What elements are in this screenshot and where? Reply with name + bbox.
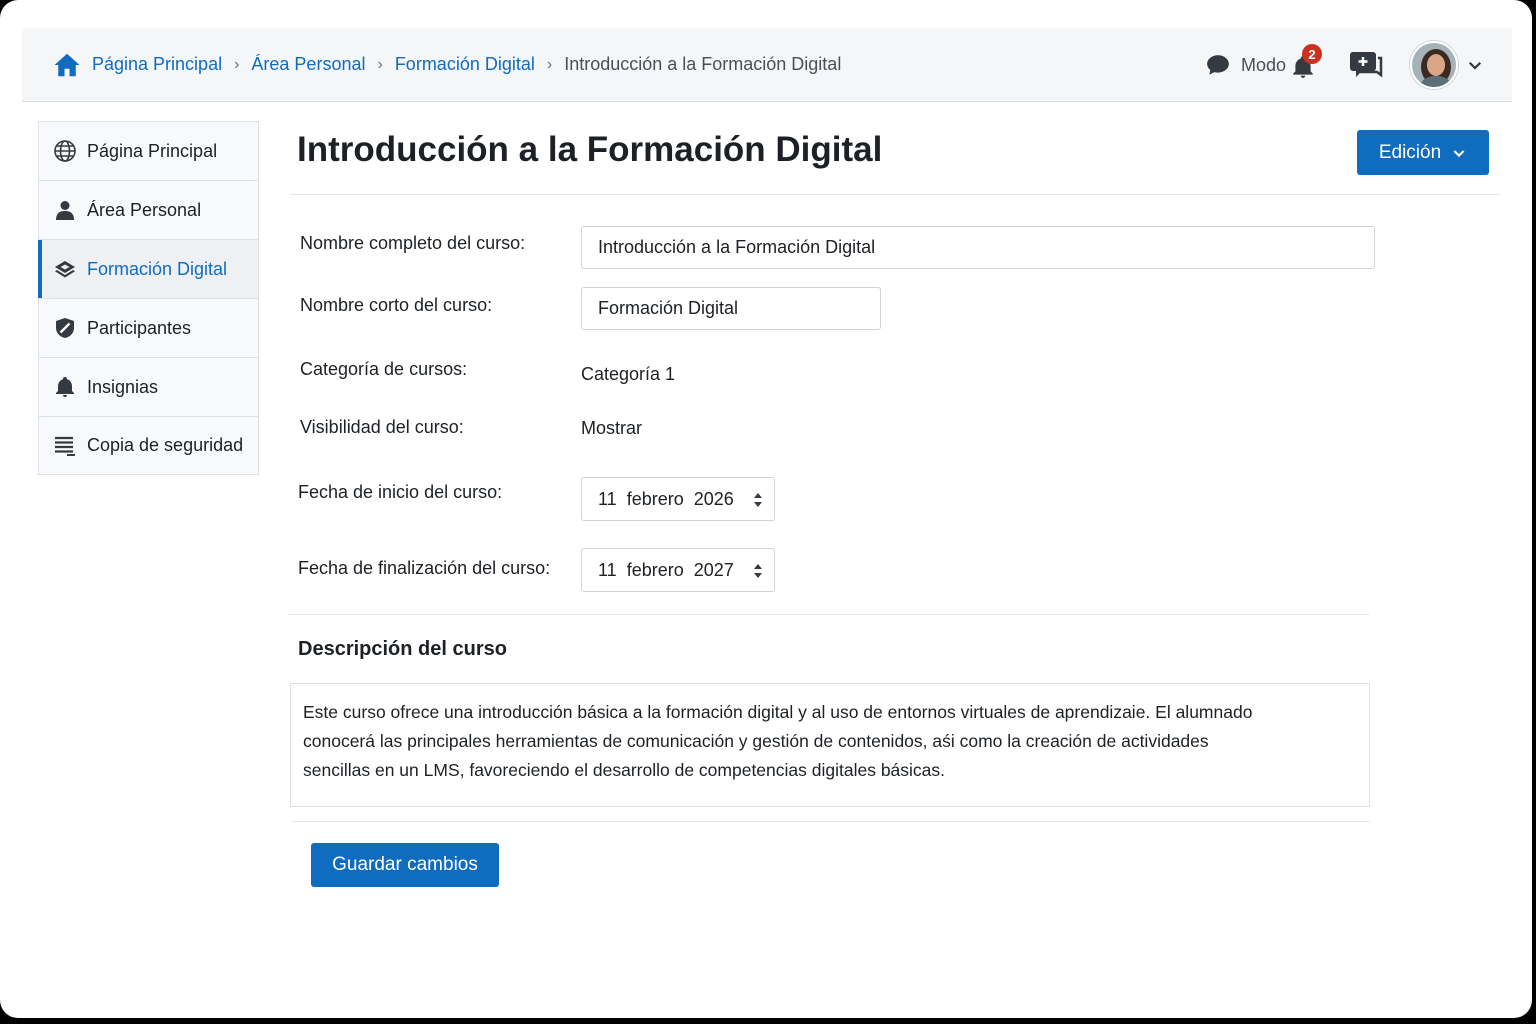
description-editor[interactable]: Este curso ofrece una introducción básic… xyxy=(290,683,1370,807)
end-date-label: Fecha de finalización del curso: xyxy=(298,558,551,578)
notification-count-badge: 2 xyxy=(1302,44,1322,64)
breadcrumb-item-formacion-digital[interactable]: Formación Digital xyxy=(395,54,535,75)
end-month: febrero xyxy=(626,559,684,580)
description-line: Este curso ofrece una introducción básic… xyxy=(303,702,1253,722)
save-changes-button[interactable]: Guardar cambios xyxy=(311,843,499,887)
course-sidebar: Página Principal Área Personal Formación… xyxy=(38,121,259,475)
fullname-value: Introducción a la Formación Digital xyxy=(598,237,876,257)
breadcrumb-separator: › xyxy=(546,55,553,73)
avatar-image xyxy=(1412,43,1456,87)
edit-mode-button[interactable]: Edición xyxy=(1357,130,1489,175)
sidebar-item-insignias[interactable]: Insignias xyxy=(39,358,258,417)
breadcrumb-item-area-personal[interactable]: Área Personal xyxy=(251,54,365,75)
shortname-label: Nombre corto del curso: xyxy=(300,295,493,315)
visibility-label: Visibilidad del curso: xyxy=(300,417,464,437)
sidebar-item-label: Copia de seguridad xyxy=(87,435,244,455)
start-date-select[interactable]: 11 febrero 2026 xyxy=(581,477,775,521)
fullname-label: Nombre completo del curso: xyxy=(300,233,526,253)
end-year: 2027 xyxy=(693,559,734,580)
edit-button-label: Edición xyxy=(1378,141,1442,163)
start-month: febrero xyxy=(626,488,684,509)
chevron-down-icon xyxy=(1453,149,1465,157)
bell-icon xyxy=(56,377,74,397)
sidebar-item-label: Formación Digital xyxy=(87,258,228,279)
breadcrumb-item-home[interactable]: Página Principal xyxy=(92,54,222,75)
chevron-down-icon[interactable] xyxy=(1466,56,1484,74)
breadcrumb-current: Introducción a la Formación Digital xyxy=(564,54,842,74)
sort-updown-icon xyxy=(754,493,762,507)
category-label: Categoría de cursos: xyxy=(300,359,468,379)
avatar[interactable] xyxy=(1410,41,1458,89)
user-icon xyxy=(56,201,74,220)
globe-icon xyxy=(54,140,76,162)
shortname-input[interactable]: Formación Digital xyxy=(581,287,881,330)
description-line: conocerá las principales herramientas de… xyxy=(303,731,1209,751)
sidebar-item-label: Insignias xyxy=(87,376,159,397)
shortname-value: Formación Digital xyxy=(598,298,739,318)
breadcrumb-separator: › xyxy=(377,55,383,73)
notifications-button[interactable]: 2 xyxy=(1290,44,1322,80)
home-icon[interactable] xyxy=(52,50,82,80)
visibility-value: Mostrar xyxy=(581,418,643,438)
breadcrumb: Página Principal › Área Personal › Forma… xyxy=(52,50,841,80)
start-day: 11 xyxy=(598,488,617,509)
sidebar-item-label: Área Personal xyxy=(87,199,202,220)
list-icon xyxy=(55,436,75,456)
category-value: Categoría 1 xyxy=(581,364,676,384)
breadcrumb-separator: › xyxy=(234,55,240,73)
header-actions: Modo 2 xyxy=(1205,28,1484,102)
sort-updown-icon xyxy=(754,564,762,578)
top-navbar: Página Principal › Área Personal › Forma… xyxy=(22,28,1512,102)
sidebar-item-pagina-principal[interactable]: Página Principal xyxy=(39,122,258,181)
mode-label[interactable]: Modo xyxy=(1241,55,1286,76)
chat-icon[interactable] xyxy=(1205,52,1231,78)
save-button-label: Guardar cambios xyxy=(332,854,478,875)
fullname-input[interactable]: Introducción a la Formación Digital xyxy=(581,226,1375,269)
badge-shield-icon xyxy=(56,318,74,338)
sidebar-item-participantes[interactable]: Participantes xyxy=(39,299,258,358)
sidebar-item-area-personal[interactable]: Área Personal xyxy=(39,181,258,240)
sidebar-item-copia-de-seguridad[interactable]: Copia de seguridad xyxy=(39,417,258,474)
sidebar-item-label: Página Principal xyxy=(87,140,218,161)
divider xyxy=(290,194,1500,195)
divider xyxy=(292,821,1370,822)
sidebar-item-formacion-digital[interactable]: Formación Digital xyxy=(38,240,258,299)
start-year: 2026 xyxy=(693,488,734,509)
start-date-label: Fecha de inicio del curso: xyxy=(298,482,503,502)
layers-icon xyxy=(55,261,75,278)
divider xyxy=(288,614,1370,615)
description-line: sencillas en un LMS, favoreciendo el des… xyxy=(303,760,946,780)
message-add-icon[interactable] xyxy=(1348,49,1384,81)
description-heading: Descripción del curso xyxy=(298,638,507,660)
page-title: Introducción a la Formación Digital xyxy=(297,130,883,169)
sidebar-item-label: Participantes xyxy=(87,317,192,338)
end-date-select[interactable]: 11 febrero 2027 xyxy=(581,548,775,592)
app-window: Página Principal › Área Personal › Forma… xyxy=(0,0,1532,1018)
end-day: 11 xyxy=(598,559,617,580)
